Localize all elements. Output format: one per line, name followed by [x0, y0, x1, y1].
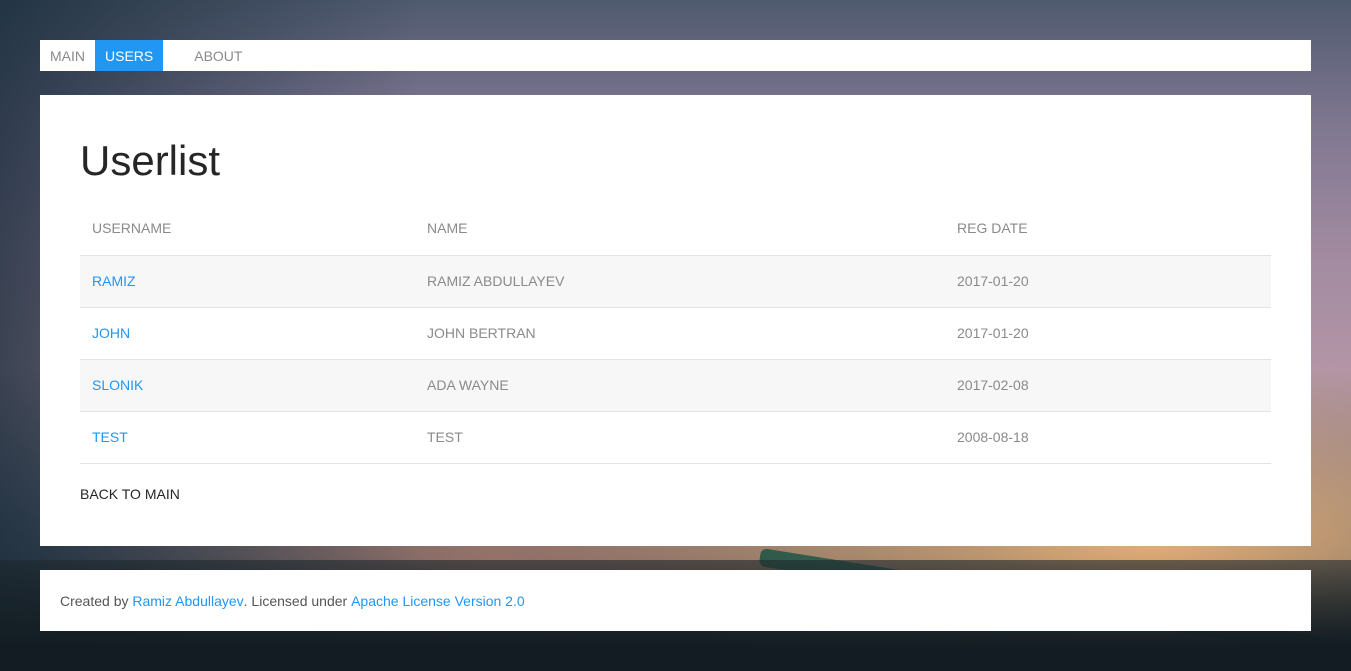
table-row: RAMIZ RAMIZ ABDULLAYEV 2017-01-20	[80, 255, 1271, 308]
name-cell: TEST	[415, 411, 945, 464]
username-link[interactable]: RAMIZ	[92, 273, 136, 289]
nav-users[interactable]: USERS	[95, 40, 164, 71]
reg-date-cell: 2017-01-20	[945, 307, 1271, 360]
username-cell: JOHN	[80, 307, 415, 360]
user-table: USERNAME NAME REG DATE RAMIZ RAMIZ ABDUL…	[80, 202, 1271, 464]
nav-about[interactable]: ABOUT	[184, 40, 252, 71]
footer: Created by Ramiz Abdullayev. Licensed un…	[40, 570, 1311, 631]
name-cell: RAMIZ ABDULLAYEV	[415, 255, 945, 308]
username-cell: RAMIZ	[80, 255, 415, 308]
column-header-reg-date: REG DATE	[945, 202, 1271, 256]
author-link[interactable]: Ramiz Abdullayev	[132, 593, 243, 609]
reg-date-cell: 2017-01-20	[945, 255, 1271, 308]
username-link[interactable]: TEST	[92, 429, 128, 445]
back-to-main-link[interactable]: BACK TO MAIN	[80, 486, 180, 502]
table-header-row: USERNAME NAME REG DATE	[80, 202, 1271, 256]
footer-middle: . Licensed under	[243, 592, 348, 609]
username-link[interactable]: SLONIK	[92, 377, 143, 393]
license-link[interactable]: Apache License Version 2.0	[351, 593, 525, 609]
column-header-username: USERNAME	[80, 202, 415, 256]
page-title: Userlist	[80, 137, 221, 184]
footer-prefix: Created by	[60, 592, 129, 609]
nav-main[interactable]: MAIN	[40, 40, 95, 71]
username-cell: TEST	[80, 411, 415, 464]
reg-date-cell: 2008-08-18	[945, 411, 1271, 464]
username-cell: SLONIK	[80, 359, 415, 412]
name-cell: ADA WAYNE	[415, 359, 945, 412]
reg-date-cell: 2017-02-08	[945, 359, 1271, 412]
username-link[interactable]: JOHN	[92, 325, 130, 341]
name-cell: JOHN BERTRAN	[415, 307, 945, 360]
column-header-name: NAME	[415, 202, 945, 256]
top-navbar: MAIN USERS ABOUT	[40, 40, 1311, 71]
table-row: TEST TEST 2008-08-18	[80, 411, 1271, 464]
userlist-card: Userlist USERNAME NAME REG DATE RAMIZ RA…	[40, 95, 1311, 546]
table-row: JOHN JOHN BERTRAN 2017-01-20	[80, 307, 1271, 360]
table-row: SLONIK ADA WAYNE 2017-02-08	[80, 359, 1271, 412]
